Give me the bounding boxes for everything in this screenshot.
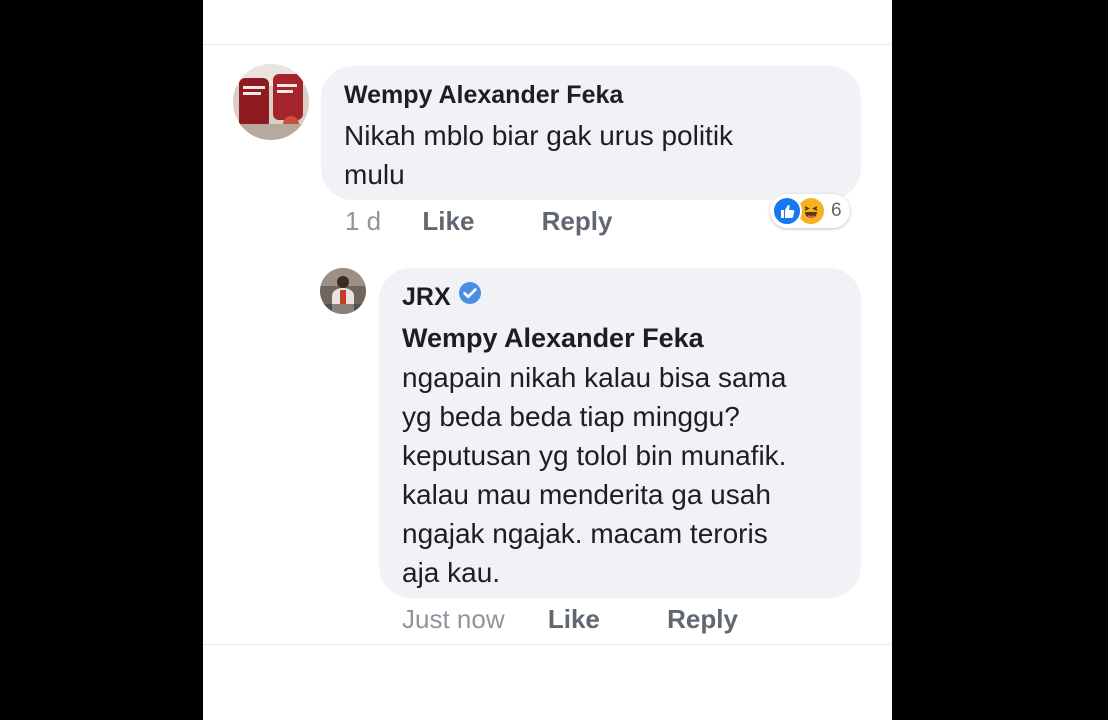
comment-reactions[interactable]: 6 (770, 194, 850, 228)
profile-photo-icon (233, 64, 309, 140)
reply-text-line-3: keputusan yg tolol bin munafik. (402, 440, 787, 471)
comment-timestamp[interactable]: 1 d (345, 206, 381, 236)
reply-mention[interactable]: Wempy Alexander Feka (402, 320, 861, 356)
comment-like-button[interactable]: Like (422, 206, 474, 236)
reply-text-line-2: yg beda beda tiap minggu? (402, 401, 740, 432)
screenshot-frame: Wempy Alexander Feka Nikah mblo biar gak… (0, 0, 1108, 720)
like-icon (772, 196, 802, 226)
reply-meta: Just now Like Reply (402, 604, 738, 634)
divider-top (203, 44, 892, 45)
reply-avatar[interactable] (320, 268, 366, 314)
comment-text-line-1: Nikah mblo biar gak urus politik (344, 120, 734, 151)
comment-text-line-2: mulu (344, 159, 405, 190)
reply-bubble: JRX Wempy Alexander Feka ngapain nikah k… (379, 268, 861, 598)
comment-thread: Wempy Alexander Feka Nikah mblo biar gak… (203, 0, 892, 720)
reaction-count: 6 (831, 200, 842, 221)
comment-avatar[interactable] (233, 64, 309, 140)
verified-badge-icon (458, 281, 482, 312)
reply-like-button[interactable]: Like (548, 604, 600, 634)
reply-text-line-1: ngapain nikah kalau bisa sama (402, 362, 787, 393)
reply-timestamp[interactable]: Just now (402, 604, 505, 634)
reply-reply-button[interactable]: Reply (667, 604, 738, 634)
profile-photo-icon (320, 268, 366, 314)
reply-text-line-4: kalau mau menderita ga usah (402, 479, 771, 510)
divider-bottom (203, 644, 892, 645)
reply-text-line-6: aja kau. (402, 557, 501, 588)
comment-meta: 1 d Like Reply (345, 206, 612, 236)
reply-text-line-5: ngajak ngajak. macam teroris (402, 518, 768, 549)
comment-bubble: Wempy Alexander Feka Nikah mblo biar gak… (321, 66, 861, 200)
comment-reply-button[interactable]: Reply (542, 206, 613, 236)
reply-author-row: JRX (402, 281, 861, 312)
comment-author[interactable]: Wempy Alexander Feka (344, 80, 861, 110)
reply-author[interactable]: JRX (402, 283, 451, 311)
